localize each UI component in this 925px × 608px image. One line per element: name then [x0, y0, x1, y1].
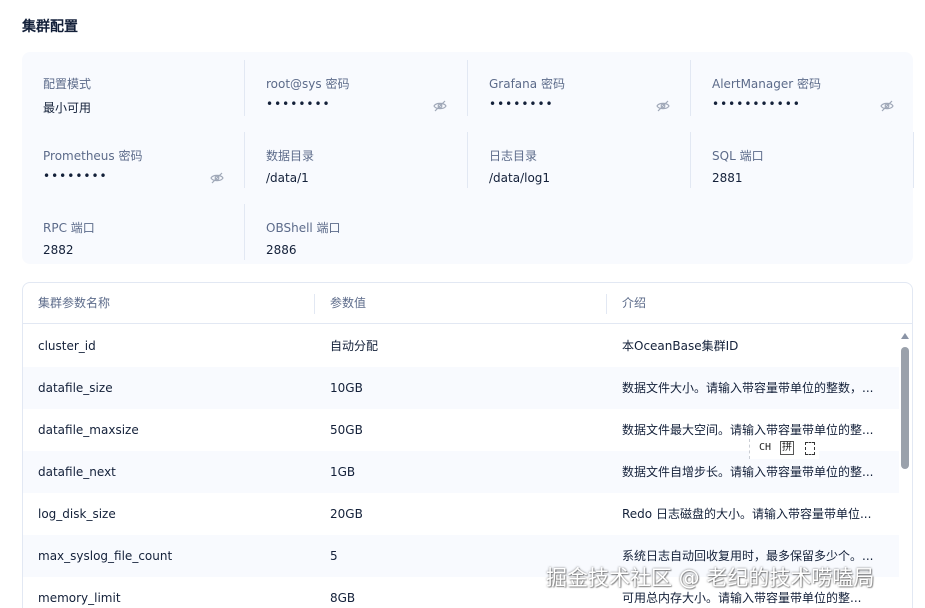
grafana-password-value: ••••••••	[489, 97, 554, 111]
root-sys-password: root@sys 密码 ••••••••	[245, 60, 468, 116]
param-value-cell: 1GB	[330, 465, 356, 479]
config-mode-label: 配置模式	[43, 77, 92, 91]
cluster-config-panel: 配置模式 最小可用 root@sys 密码 •••••••• Grafana 密…	[22, 52, 914, 264]
param-name-cell: cluster_id	[38, 339, 96, 353]
table-row: datafile_size 10GB 数据文件大小。请输入带容量带单位的整数，.…	[23, 367, 899, 409]
param-name-cell: max_syslog_file_count	[38, 549, 173, 563]
data-directory-value: /data/1	[266, 171, 309, 185]
sql-port-value: 2881	[712, 171, 743, 185]
ime-expand-icon[interactable]	[805, 442, 815, 455]
param-desc-cell: 数据文件大小。请输入带容量带单位的整数，...	[622, 381, 874, 395]
param-value-cell: 8GB	[330, 591, 356, 605]
sql-port-label: SQL 端口	[712, 149, 764, 163]
obshell-port-label: OBShell 端口	[266, 221, 341, 235]
rpc-port-label: RPC 端口	[43, 221, 95, 235]
column-header-param-value: 参数值	[330, 296, 367, 310]
rpc-port-value: 2882	[43, 243, 74, 257]
obshell-port: OBShell 端口 2886	[245, 204, 468, 260]
prometheus-password: Prometheus 密码 ••••••••	[22, 132, 245, 188]
ime-mode-toggle[interactable]: CH	[759, 442, 771, 453]
param-name-cell: datafile_size	[38, 381, 113, 395]
scroll-up-arrow-icon[interactable]	[901, 333, 909, 339]
ime-toolbar: CH 拼	[749, 439, 819, 459]
param-name-cell: memory_limit	[38, 591, 121, 605]
alertmanager-password-value: •••••••••••	[712, 97, 801, 111]
data-directory-label: 数据目录	[266, 149, 315, 163]
prometheus-password-label: Prometheus 密码	[43, 149, 143, 163]
config-mode: 配置模式 最小可用	[22, 60, 245, 116]
grafana-password-label: Grafana 密码	[489, 77, 565, 91]
root-sys-password-label: root@sys 密码	[266, 77, 350, 91]
column-divider[interactable]	[606, 294, 607, 314]
eye-off-icon[interactable]	[880, 100, 894, 112]
param-value-cell: 20GB	[330, 507, 363, 521]
column-header-param-name: 集群参数名称	[38, 296, 111, 310]
watermark: 掘金技术社区 @ 老纪的技术唠嗑局	[546, 566, 875, 590]
page-title: 集群配置	[22, 19, 78, 35]
table-header: 集群参数名称 参数值 介绍	[23, 283, 912, 324]
table-scrollbar[interactable]	[899, 325, 911, 608]
root-sys-password-value: ••••••••	[266, 97, 331, 111]
column-header-description: 介绍	[622, 296, 647, 310]
config-mode-value: 最小可用	[43, 101, 92, 115]
table-row: log_disk_size 20GB Redo 日志磁盘的大小。请输入带容量带单…	[23, 493, 899, 535]
table-row: cluster_id 自动分配 本OceanBase集群ID	[23, 325, 899, 367]
param-desc-cell: Redo 日志磁盘的大小。请输入带容量带单位...	[622, 507, 872, 521]
param-name-cell: datafile_next	[38, 465, 116, 479]
ime-pinyin-toggle[interactable]: 拼	[780, 441, 794, 455]
eye-off-icon[interactable]	[210, 172, 224, 184]
param-value-cell: 自动分配	[330, 339, 379, 353]
column-divider[interactable]	[314, 294, 315, 314]
param-value-cell: 5	[330, 549, 338, 563]
obshell-port-value: 2886	[266, 243, 297, 257]
param-desc-cell: 本OceanBase集群ID	[622, 339, 739, 353]
eye-off-icon[interactable]	[433, 100, 447, 112]
log-directory: 日志目录 /data/log1	[468, 132, 691, 188]
param-name-cell: datafile_maxsize	[38, 423, 139, 437]
param-value-cell: 50GB	[330, 423, 363, 437]
rpc-port: RPC 端口 2882	[22, 204, 245, 260]
param-value-cell: 10GB	[330, 381, 363, 395]
alertmanager-password-label: AlertManager 密码	[712, 77, 821, 91]
log-directory-label: 日志目录	[489, 149, 538, 163]
grafana-password: Grafana 密码 ••••••••	[468, 60, 691, 116]
scrollbar-thumb[interactable]	[901, 347, 909, 469]
log-directory-value: /data/log1	[489, 171, 551, 185]
param-name-cell: log_disk_size	[38, 507, 116, 521]
eye-off-icon[interactable]	[656, 100, 670, 112]
prometheus-password-value: ••••••••	[43, 169, 108, 183]
data-directory: 数据目录 /data/1	[245, 132, 468, 188]
alertmanager-password: AlertManager 密码 •••••••••••	[691, 60, 914, 116]
sql-port: SQL 端口 2881	[691, 132, 914, 188]
